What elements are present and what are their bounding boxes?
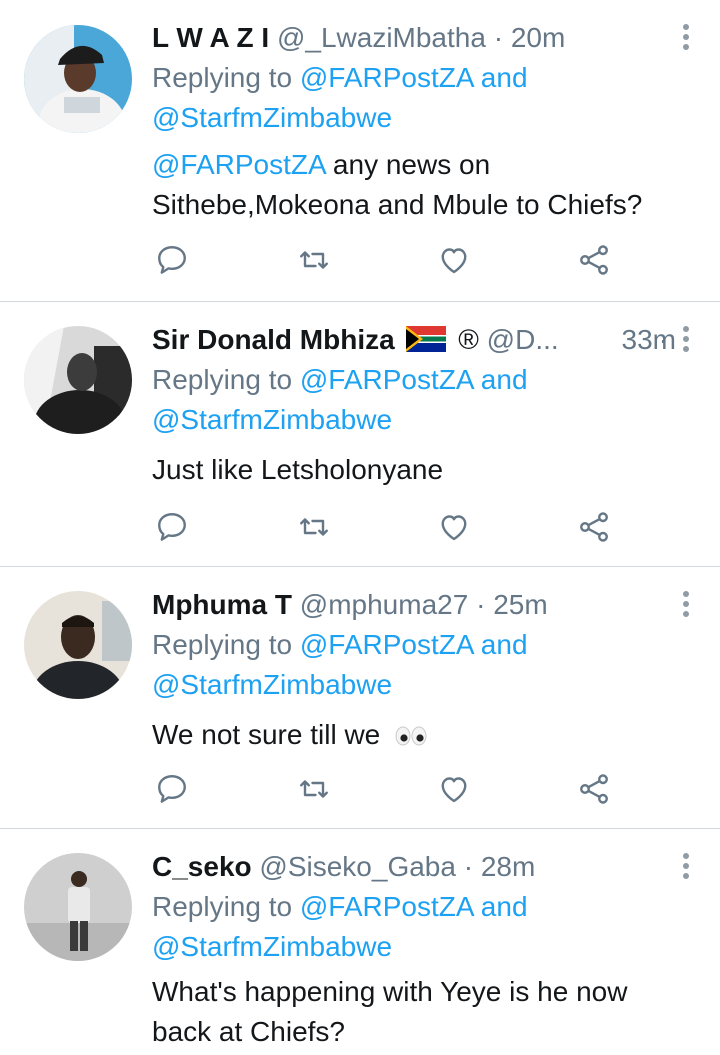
tweet-header: L W A Z I @_LwaziMbatha · 20m [152, 18, 660, 58]
reply-icon[interactable] [154, 509, 194, 549]
avatar[interactable] [24, 591, 132, 699]
replying-to: Replying to @FARPostZA and @StarfmZimbab… [152, 58, 700, 138]
heart-icon[interactable] [436, 771, 476, 811]
timestamp[interactable]: 28m [481, 851, 535, 882]
more-vertical-icon[interactable] [678, 591, 694, 621]
timestamp[interactable]: 20m [511, 22, 565, 53]
separator: · [476, 589, 486, 620]
tweet-header: Sir Donald Mbhiza ® @D... · 33m [152, 320, 676, 363]
replying-label: Replying to [152, 62, 293, 93]
display-name[interactable]: Sir Donald Mbhiza [152, 324, 395, 355]
user-handle[interactable]: @mphuma27 [300, 589, 469, 620]
mention-link[interactable]: @FARPostZA [152, 149, 325, 180]
tweet-text: Just like Letsholonyane [152, 450, 700, 490]
replying-to: Replying to @FARPostZA and @StarfmZimbab… [152, 625, 700, 705]
retweet-icon[interactable] [296, 771, 336, 811]
mention-link[interactable]: @StarfmZimbabwe [152, 669, 392, 700]
mention-link[interactable]: @StarfmZimbabwe [152, 404, 392, 435]
tweet-text-line: any news on [332, 149, 491, 180]
timestamp[interactable]: 25m [493, 589, 547, 620]
tweet-text-line: back at Chiefs? [152, 1016, 345, 1047]
replying-to: Replying to @FARPostZA and @StarfmZimbab… [152, 360, 700, 440]
tweet-item[interactable]: L W A Z I @_LwaziMbatha · 20m Replying t… [0, 0, 720, 302]
heart-icon[interactable] [436, 242, 476, 282]
avatar-image [24, 25, 132, 133]
avatar-image [24, 591, 132, 699]
separator: · [463, 851, 474, 882]
reply-icon[interactable] [154, 771, 194, 811]
display-name[interactable]: L W A Z I [152, 22, 269, 53]
avatar[interactable] [24, 25, 132, 133]
replying-label: Replying to [152, 364, 293, 395]
tweet-text: @FARPostZA any news on Sithebe,Mokeona a… [152, 145, 700, 225]
share-icon[interactable] [576, 242, 616, 282]
avatar[interactable] [24, 853, 132, 961]
eyes-emoji-icon [394, 717, 428, 757]
mention-link[interactable]: @FARPostZA [300, 629, 473, 660]
replying-label: Replying to [152, 629, 293, 660]
replying-label: Replying to [152, 891, 293, 922]
avatar-image [24, 326, 132, 434]
reply-icon[interactable] [154, 242, 194, 282]
mention-link[interactable]: @StarfmZimbabwe [152, 102, 392, 133]
name-suffix: ® [458, 324, 479, 355]
reply-joiner: and [480, 364, 528, 395]
retweet-icon[interactable] [296, 242, 336, 282]
tweet-text-line: Just like Letsholonyane [152, 454, 444, 485]
mention-link[interactable]: @FARPostZA [300, 364, 473, 395]
tweet-header: Mphuma T @mphuma27 · 25m [152, 585, 660, 625]
tweet-header: C_seko @Siseko_Gaba · 28m [152, 847, 660, 887]
heart-icon[interactable] [436, 509, 476, 549]
south-africa-flag-icon [406, 323, 447, 363]
tweet-text: We not sure till we [152, 715, 700, 757]
avatar[interactable] [24, 326, 132, 434]
tweet-text: What's happening with Yeye is he now bac… [152, 972, 700, 1052]
separator: · [493, 22, 504, 53]
reply-joiner: and [480, 891, 528, 922]
tweet-text-line: What's happening with Yeye is he now [152, 976, 628, 1007]
user-handle[interactable]: @Siseko_Gaba [259, 851, 456, 882]
more-vertical-icon[interactable] [678, 24, 694, 54]
more-vertical-icon[interactable] [678, 853, 694, 883]
reply-joiner: and [480, 62, 528, 93]
reply-joiner: and [480, 629, 528, 660]
more-vertical-icon[interactable] [678, 326, 694, 356]
user-handle[interactable]: @_LwaziMbatha [277, 22, 486, 53]
action-bar [152, 771, 622, 811]
replying-to: Replying to @FARPostZA and @StarfmZimbab… [152, 887, 700, 967]
mention-link[interactable]: @StarfmZimbabwe [152, 931, 392, 962]
timestamp[interactable]: 33m [622, 320, 676, 360]
tweet-item[interactable]: Sir Donald Mbhiza ® @D... · 33m Replying… [0, 302, 720, 567]
mention-link[interactable]: @FARPostZA [300, 62, 473, 93]
tweet-item[interactable]: C_seko @Siseko_Gaba · 28m Replying to @F… [0, 829, 720, 1055]
mention-link[interactable]: @FARPostZA [300, 891, 473, 922]
tweet-item[interactable]: Mphuma T @mphuma27 · 25m Replying to @FA… [0, 567, 720, 829]
action-bar [152, 242, 622, 282]
tweet-text-line: We not sure till we [152, 719, 381, 750]
user-handle[interactable]: @D... [487, 324, 559, 355]
share-icon[interactable] [576, 509, 616, 549]
avatar-image [24, 853, 132, 961]
action-bar [152, 509, 622, 549]
display-name[interactable]: C_seko [152, 851, 252, 882]
share-icon[interactable] [576, 771, 616, 811]
retweet-icon[interactable] [296, 509, 336, 549]
tweet-text-line: Sithebe,Mokeona and Mbule to Chiefs? [152, 189, 643, 220]
display-name[interactable]: Mphuma T [152, 589, 292, 620]
